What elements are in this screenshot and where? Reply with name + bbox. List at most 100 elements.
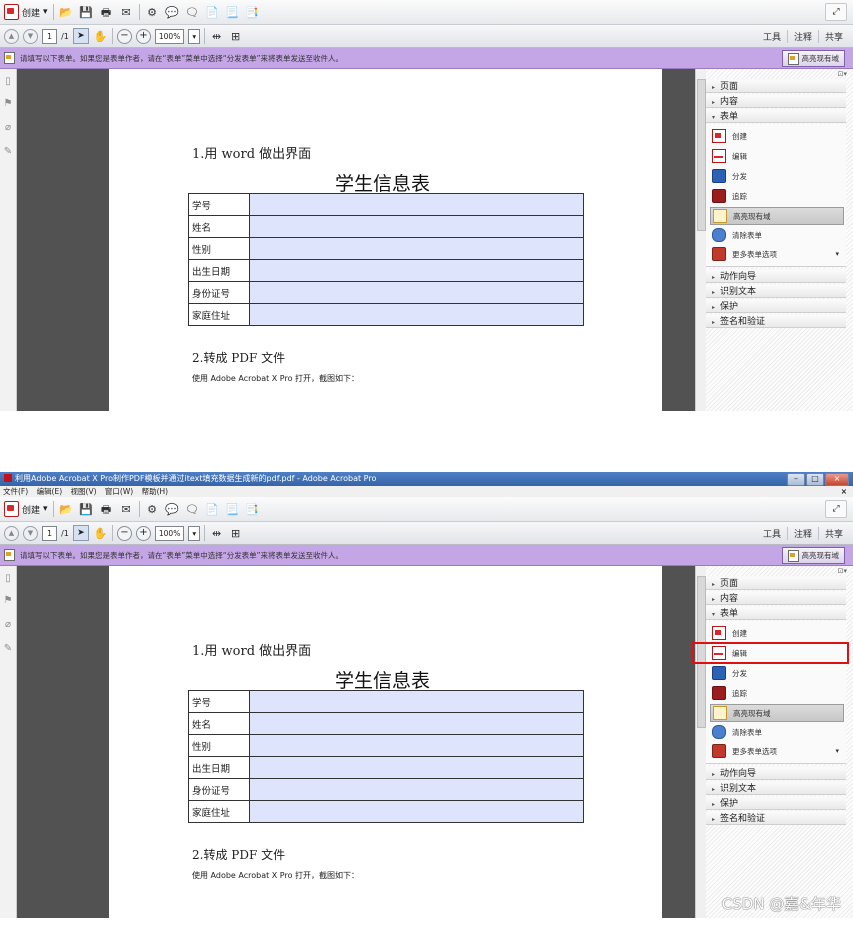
email-icon[interactable]: ✉ (119, 5, 134, 20)
share-link[interactable]: 共享 (817, 29, 849, 43)
signature-icon[interactable]: ✎ (3, 644, 13, 654)
export-doc-icon[interactable]: 📃 (225, 502, 240, 517)
create-button[interactable]: 创建 ▾ (4, 501, 48, 517)
menu-help[interactable]: 帮助(H) (142, 487, 169, 496)
form-field[interactable] (249, 303, 584, 326)
section-sign[interactable]: ▸ 签名和验证 (706, 314, 846, 328)
form-field[interactable] (249, 690, 584, 713)
page-number-input[interactable]: 1 (42, 28, 58, 44)
zoom-in-icon[interactable]: + (135, 525, 151, 541)
tools-link[interactable]: 工具 (757, 527, 787, 540)
section-content[interactable]: ▸ 内容 (706, 591, 846, 605)
settings-icon[interactable]: ⚙ (145, 502, 160, 517)
open-folder-icon[interactable]: 📂 (59, 5, 74, 20)
note-icon[interactable]: 🗨 (185, 5, 200, 20)
zoom-dropdown-icon[interactable]: ▾ (188, 28, 201, 44)
section-actions[interactable]: ▸ 动作向导 (706, 766, 846, 780)
share-link[interactable]: 共享 (817, 526, 849, 540)
close-doc-icon[interactable]: × (841, 486, 847, 497)
section-pages[interactable]: ▸ 页面 (706, 79, 846, 93)
comment-icon[interactable]: 💬 (165, 502, 180, 517)
form-highlight[interactable]: 高亮现有域 (710, 704, 844, 722)
fit-width-icon[interactable]: ⇹ (209, 29, 224, 44)
form-create[interactable]: 创建 (710, 128, 842, 144)
section-protect[interactable]: ▸ 保护 (706, 796, 846, 810)
pane-options-icon[interactable]: ⊡▾ (838, 567, 847, 575)
form-edit[interactable]: 编辑 (710, 148, 842, 164)
section-recognize[interactable]: ▸ 识别文本 (706, 781, 846, 795)
menu-edit[interactable]: 编辑(E) (37, 487, 63, 496)
expand-icon[interactable]: ⤢ (825, 500, 847, 518)
expand-icon[interactable]: ⤢ (825, 3, 847, 21)
section-recognize[interactable]: ▸ 识别文本 (706, 284, 846, 298)
comment-link[interactable]: 注释 (786, 29, 818, 43)
form-field[interactable] (249, 215, 584, 238)
bookmark-icon[interactable]: ⚑ (3, 596, 13, 606)
save-icon[interactable]: 💾 (79, 5, 94, 20)
form-field[interactable] (249, 734, 584, 757)
form-field[interactable] (249, 237, 584, 260)
section-protect[interactable]: ▸ 保护 (706, 299, 846, 313)
form-more[interactable]: 更多表单选项 ▾ (710, 743, 842, 759)
sign-doc-icon[interactable]: 📑 (245, 5, 260, 20)
bookmark-icon[interactable]: ⚑ (3, 99, 13, 109)
fit-page-icon[interactable]: ⊞ (228, 526, 243, 541)
select-tool-icon[interactable]: ➤ (72, 28, 89, 44)
hand-tool-icon[interactable]: ✋ (93, 526, 108, 541)
zoom-select[interactable]: 100% (154, 525, 185, 541)
export-doc-icon[interactable]: 📃 (225, 5, 240, 20)
form-highlight[interactable]: 高亮现有域 (710, 207, 844, 225)
zoom-in-icon[interactable]: + (135, 28, 151, 44)
document-scrollbar[interactable] (695, 566, 706, 918)
menu-file[interactable]: 文件(F) (3, 487, 28, 496)
menu-window[interactable]: 窗口(W) (105, 487, 133, 496)
form-clear[interactable]: 清除表单 (710, 227, 842, 243)
section-content[interactable]: ▸ 内容 (706, 94, 846, 108)
create-button[interactable]: 创建 ▾ (4, 4, 48, 20)
highlight-fields-button[interactable]: 高亮现有域 (781, 50, 845, 67)
pages-icon[interactable]: ▯ (3, 574, 13, 584)
form-field[interactable] (249, 778, 584, 801)
select-tool-icon[interactable]: ➤ (72, 525, 89, 541)
pages-icon[interactable]: ▯ (3, 77, 13, 87)
form-field[interactable] (249, 756, 584, 779)
form-distribute[interactable]: 分发 (710, 665, 842, 681)
document-scrollbar[interactable] (695, 69, 706, 411)
attach-doc-icon[interactable]: 📄 (205, 5, 220, 20)
prev-page-icon[interactable]: ▲ (4, 525, 19, 541)
pane-options-icon[interactable]: ⊡▾ (838, 70, 847, 78)
next-page-icon[interactable]: ▼ (23, 525, 38, 541)
maximize-icon[interactable]: □ (806, 473, 824, 486)
minimize-icon[interactable]: – (787, 473, 805, 486)
zoom-dropdown-icon[interactable]: ▾ (188, 525, 201, 541)
print-icon[interactable]: 🖶 (99, 502, 114, 517)
form-clear[interactable]: 清除表单 (710, 724, 842, 740)
close-window-icon[interactable]: × (825, 473, 849, 486)
sign-doc-icon[interactable]: 📑 (245, 502, 260, 517)
menu-view[interactable]: 视图(V) (71, 487, 97, 496)
form-create[interactable]: 创建 (710, 625, 842, 641)
attach-doc-icon[interactable]: 📄 (205, 502, 220, 517)
open-folder-icon[interactable]: 📂 (59, 502, 74, 517)
comment-icon[interactable]: 💬 (165, 5, 180, 20)
page-number-input[interactable]: 1 (42, 525, 58, 541)
section-pages[interactable]: ▸ 页面 (706, 576, 846, 590)
form-more[interactable]: 更多表单选项 ▾ (710, 246, 842, 262)
form-track[interactable]: 追踪 (710, 188, 842, 204)
note-icon[interactable]: 🗨 (185, 502, 200, 517)
signature-icon[interactable]: ✎ (3, 147, 13, 157)
prev-page-icon[interactable]: ▲ (4, 28, 19, 44)
attachment-icon[interactable]: ⌀ (3, 123, 13, 133)
next-page-icon[interactable]: ▼ (23, 28, 38, 44)
form-track[interactable]: 追踪 (710, 685, 842, 701)
fit-page-icon[interactable]: ⊞ (228, 29, 243, 44)
form-field[interactable] (249, 800, 584, 823)
section-forms[interactable]: ▾ 表单 (706, 109, 846, 123)
form-field[interactable] (249, 712, 584, 735)
settings-icon[interactable]: ⚙ (145, 5, 160, 20)
form-field[interactable] (249, 259, 584, 282)
tools-link[interactable]: 工具 (757, 30, 787, 43)
fit-width-icon[interactable]: ⇹ (209, 526, 224, 541)
section-actions[interactable]: ▸ 动作向导 (706, 269, 846, 283)
email-icon[interactable]: ✉ (119, 502, 134, 517)
